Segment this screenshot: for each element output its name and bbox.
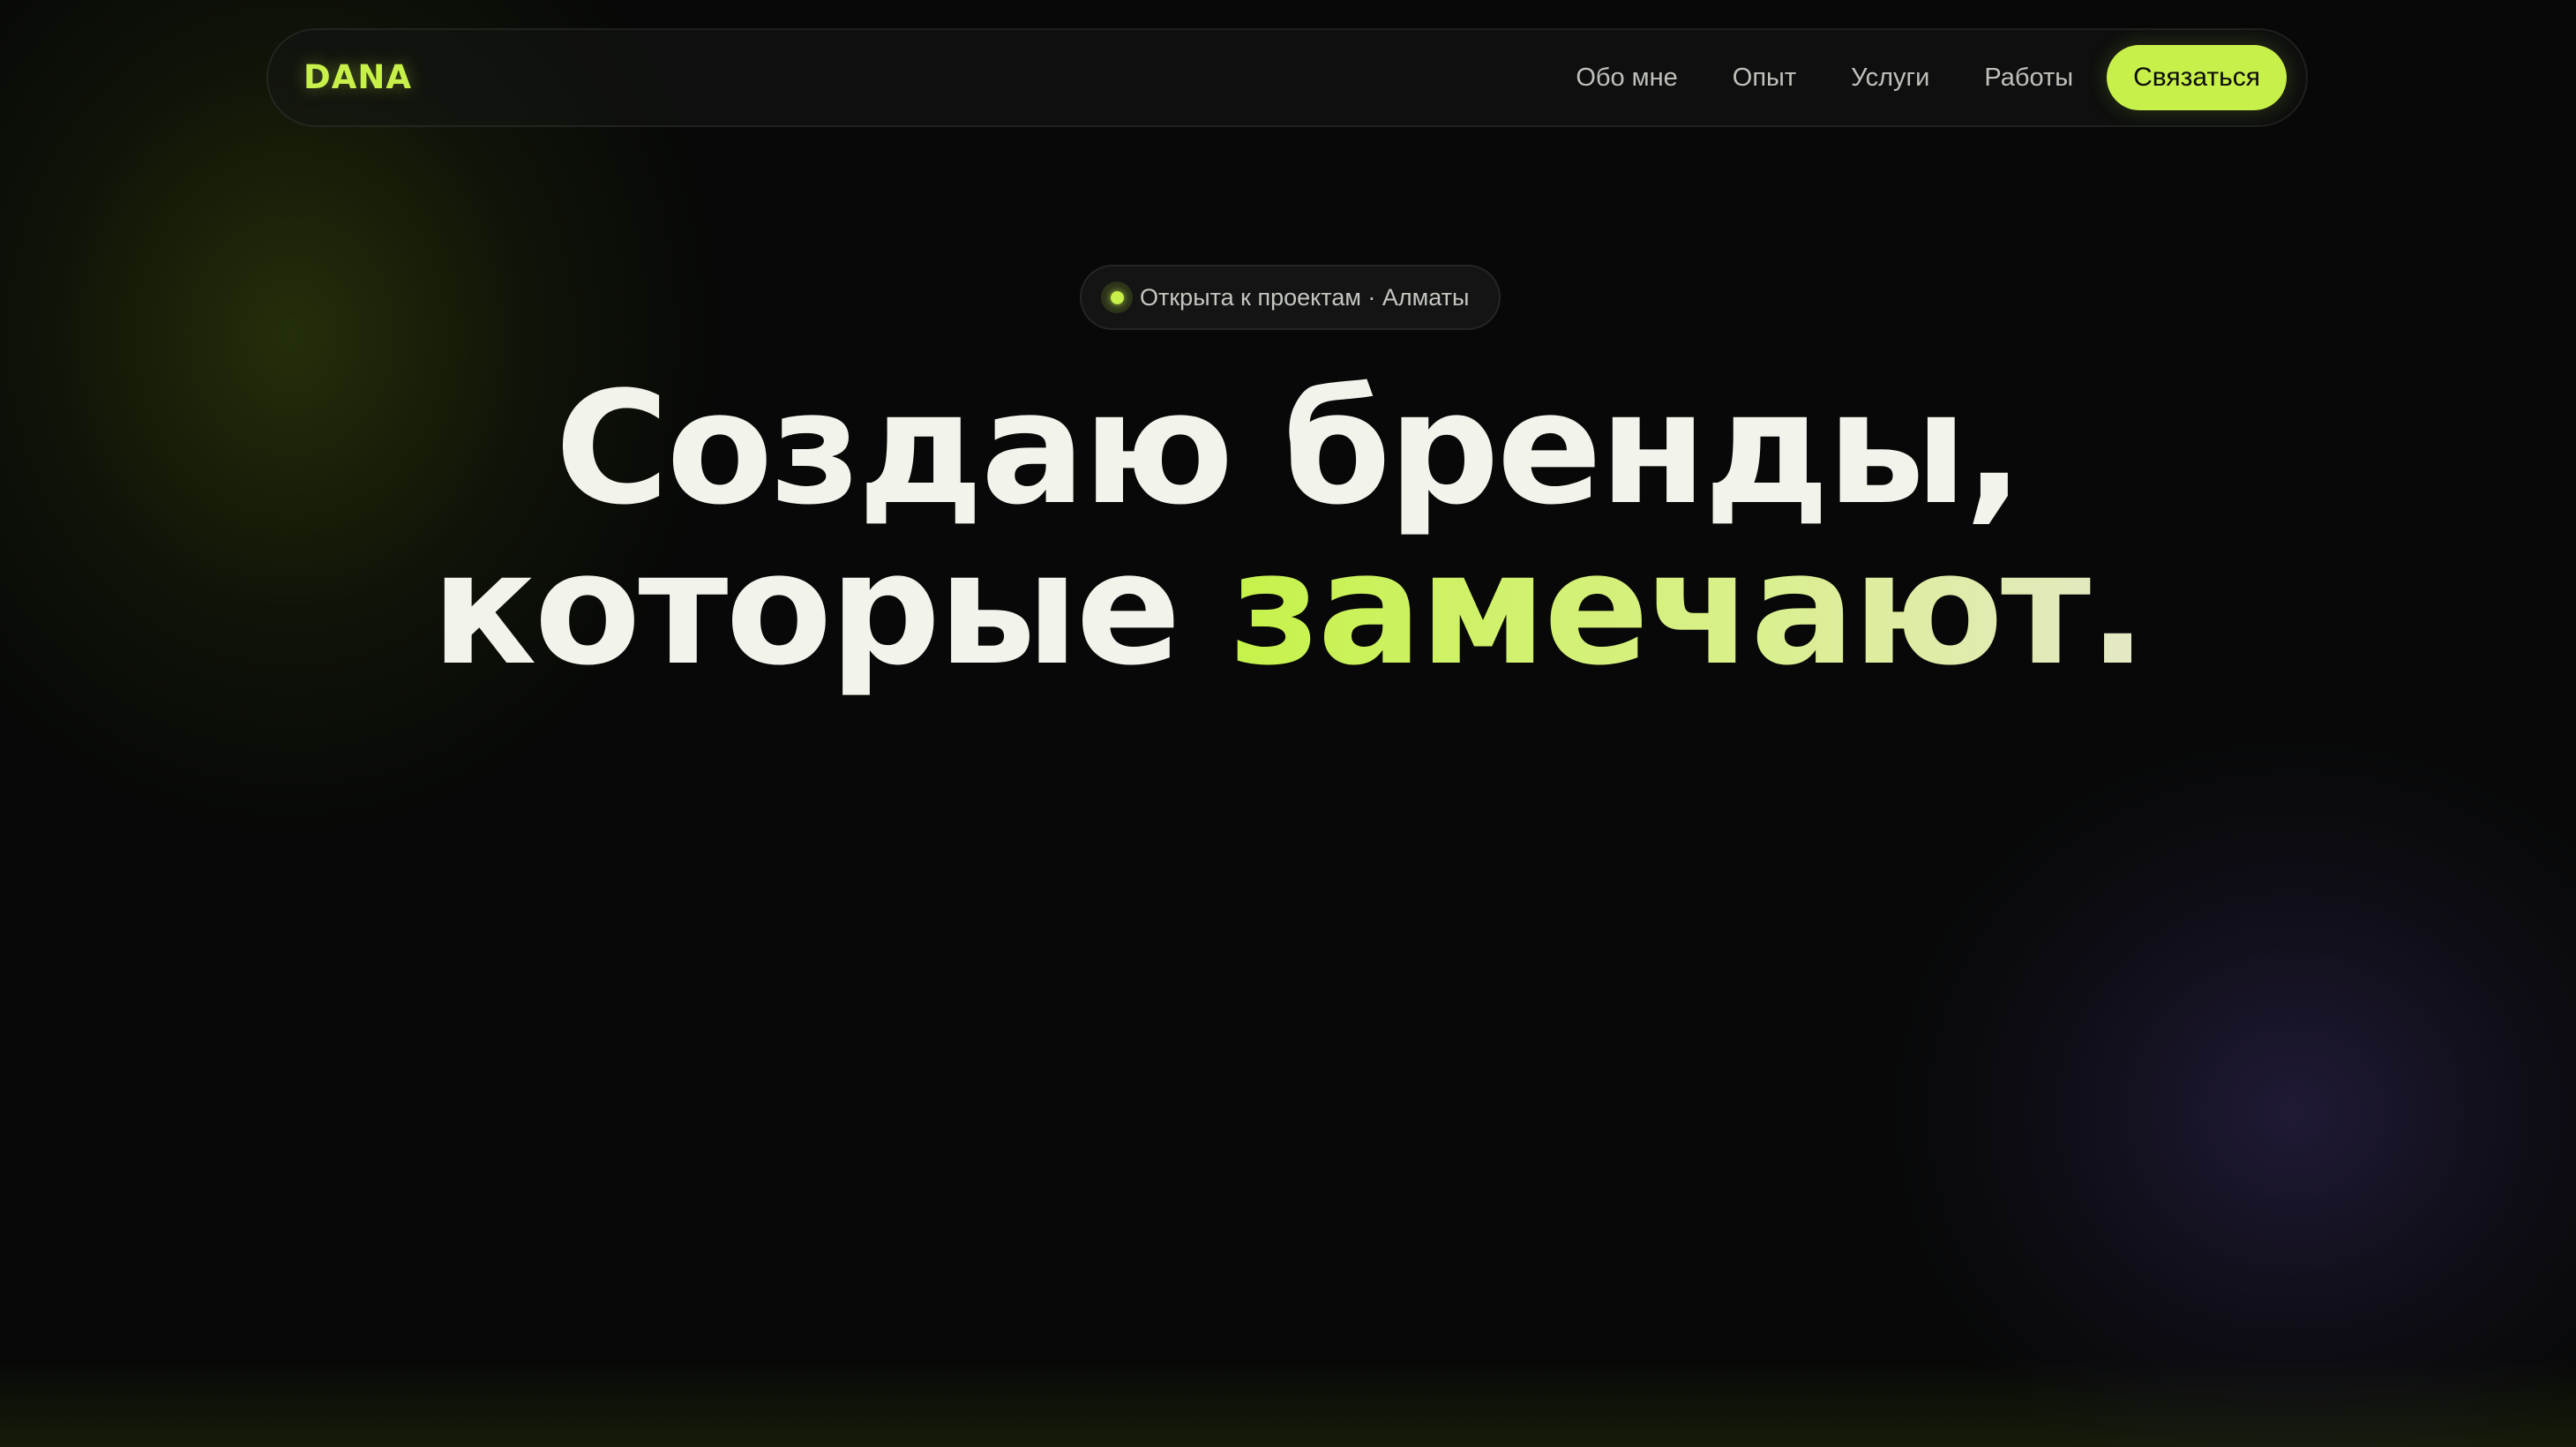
availability-text: Открыта к проектам · Алматы — [1140, 283, 1470, 311]
nav-links: Обо мне Опыт Услуги Работы Связаться — [1576, 30, 2287, 125]
nav-link-services[interactable]: Услуги — [1851, 64, 1929, 93]
availability-badge: Открыта к проектам · Алматы — [1080, 265, 1501, 330]
headline-line-1: Создаю бренды, — [555, 358, 2024, 539]
nav-link-about[interactable]: Обо мне — [1576, 64, 1677, 93]
brand-logo[interactable]: DANA — [303, 30, 412, 125]
page-background — [0, 0, 2576, 1447]
headline-line-2: которые замечают. — [0, 529, 2576, 690]
hero-headline: Создаю бренды, которые замечают. — [0, 369, 2576, 690]
top-navbar: DANA Обо мне Опыт Услуги Работы Связатьс… — [266, 28, 2308, 127]
nav-link-experience[interactable]: Опыт — [1733, 64, 1796, 93]
nav-link-works[interactable]: Работы — [1984, 64, 2073, 93]
status-dot-icon — [1101, 281, 1133, 313]
headline-line-2-plain: которые — [431, 519, 1231, 700]
headline-accent-word: замечают. — [1230, 519, 2147, 700]
contact-button[interactable]: Связаться — [2107, 45, 2287, 110]
